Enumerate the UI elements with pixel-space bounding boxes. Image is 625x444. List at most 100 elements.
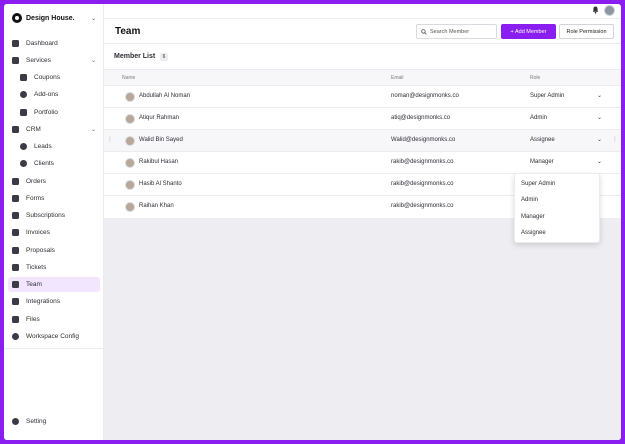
sidebar-item-label: Proposals [26, 247, 55, 254]
search-input[interactable] [430, 28, 496, 35]
team-icon [12, 281, 19, 288]
chevron-down-icon: ⌄ [90, 15, 96, 22]
sidebar-item-label: Add-ons [34, 91, 59, 98]
drag-handle-icon[interactable]: ⋮ [107, 136, 113, 143]
role-chevron-down-icon[interactable]: ⌄ [597, 114, 602, 121]
gear-icon [12, 333, 19, 340]
sidebar-item-dashboard[interactable]: Dashboard [8, 36, 100, 51]
sidebar-item-team[interactable]: Team [8, 277, 100, 292]
sidebar-item-invoices[interactable]: Invoices [8, 225, 100, 240]
sidebar-item-coupons[interactable]: Coupons [16, 70, 100, 85]
gear-icon [12, 418, 19, 425]
role-chevron-down-icon[interactable]: ⌄ [597, 158, 602, 165]
add-ons-icon [20, 91, 27, 98]
member-email: rakib@designmonks.co [391, 203, 454, 209]
clients-icon [20, 160, 27, 167]
sidebar-item-label: Setting [26, 418, 47, 425]
member-email: rakib@designmonks.co [391, 181, 454, 187]
member-list-title: Member List [114, 53, 156, 60]
sidebar-item-forms[interactable]: Forms [8, 191, 100, 206]
sidebar-item-clients[interactable]: Clients [16, 156, 100, 171]
workspace-switcher[interactable]: Design House. ⌄ [12, 10, 102, 26]
sidebar-item-services[interactable]: Services ⌄ [8, 53, 100, 68]
member-name: Rakibul Hasan [139, 159, 179, 165]
member-name: Atiqur Rahman [139, 115, 180, 121]
sidebar-item-label: Tickets [26, 264, 47, 271]
sidebar-item-crm[interactable]: CRM ⌄ [8, 122, 100, 137]
folder-icon [12, 316, 19, 323]
main-content: Member List 6 Name Email Role Abdullah A… [104, 45, 621, 440]
role-option-super-admin[interactable]: Super Admin [521, 181, 555, 187]
role-option-admin[interactable]: Admin [521, 197, 538, 203]
sidebar-item-label: CRM [26, 126, 41, 133]
topbar [104, 4, 621, 18]
column-header-role: Role [530, 75, 541, 81]
search-box[interactable] [416, 24, 497, 39]
integrations-icon [12, 298, 19, 305]
sidebar-item-tickets[interactable]: Tickets [8, 260, 100, 275]
sidebar-item-add-ons[interactable]: Add-ons [16, 87, 100, 102]
leads-icon [20, 143, 27, 150]
avatar [125, 92, 135, 102]
avatar [125, 114, 135, 124]
page-title: Team [115, 26, 141, 37]
member-name: Walid Bin Sayed [139, 137, 183, 143]
member-role: Assignee [530, 137, 555, 143]
member-role: Admin [530, 115, 548, 121]
sidebar-item-files[interactable]: Files [8, 312, 100, 327]
column-header-name: Name [122, 75, 136, 81]
proposals-icon [12, 247, 19, 254]
table-row[interactable]: Atiqur Rahman atiq@designmonks.co Admin … [104, 108, 621, 130]
member-email: Walid@designmonks.co [391, 137, 456, 143]
member-name: Abdullah Al Noman [139, 93, 191, 99]
sidebar-item-label: Coupons [34, 74, 61, 81]
search-icon [421, 28, 427, 35]
avatar [125, 202, 135, 212]
more-options-icon[interactable]: ⋮ [612, 136, 618, 143]
sidebar-item-label: Files [26, 316, 40, 323]
sidebar: Design House. ⌄ Dashboard Services ⌄ Cou… [4, 4, 104, 440]
sidebar-item-leads[interactable]: Leads [16, 139, 100, 154]
tickets-icon [12, 264, 19, 271]
bell-icon[interactable] [592, 6, 599, 14]
role-chevron-down-icon[interactable]: ⌄ [597, 136, 602, 143]
table-row[interactable]: Rakibul Hasan rakib@designmonks.co Manag… [104, 152, 621, 174]
brand-logo-icon [12, 13, 22, 23]
table-row[interactable]: ⋮ Walid Bin Sayed Walid@designmonks.co A… [104, 130, 621, 152]
role-chevron-down-icon[interactable]: ⌄ [597, 92, 602, 99]
sidebar-item-label: Dashboard [26, 40, 58, 47]
brand-name: Design House. [26, 14, 75, 22]
member-role: Manager [530, 159, 554, 165]
member-email: noman@designmonks.co [391, 93, 459, 99]
member-name: Hasib Al Shanto [139, 181, 182, 187]
page-header: Team + Add Member Role Permission [104, 18, 621, 44]
sidebar-item-proposals[interactable]: Proposals [8, 243, 100, 258]
sidebar-item-setting[interactable]: Setting [8, 414, 100, 429]
sidebar-item-integrations[interactable]: Integrations [8, 294, 100, 309]
column-header-email: Email [391, 75, 404, 81]
sidebar-item-label: Integrations [26, 298, 60, 305]
sidebar-item-subscriptions[interactable]: Subscriptions [8, 208, 100, 223]
orders-icon [12, 178, 19, 185]
role-option-manager[interactable]: Manager [521, 214, 545, 220]
table-row[interactable]: Abdullah Al Noman noman@designmonks.co S… [104, 86, 621, 108]
sidebar-item-orders[interactable]: Orders [8, 174, 100, 189]
avatar [125, 158, 135, 168]
services-icon [12, 57, 19, 64]
role-option-assignee[interactable]: Assignee [521, 230, 546, 236]
sidebar-item-label: Invoices [26, 229, 50, 236]
sidebar-item-label: Services [26, 57, 51, 64]
role-permission-button[interactable]: Role Permission [559, 24, 614, 39]
add-member-button[interactable]: + Add Member [501, 24, 556, 39]
sidebar-item-workspace-config[interactable]: Workspace Config [8, 329, 100, 344]
role-dropdown-menu: Super Admin Admin Manager Assignee [514, 173, 600, 243]
sidebar-divider [4, 348, 104, 349]
member-role: Super Admin [530, 93, 565, 99]
sidebar-item-label: Leads [34, 143, 52, 150]
crm-icon [12, 126, 19, 133]
user-avatar[interactable] [604, 5, 615, 16]
sidebar-item-label: Portfolio [34, 109, 58, 116]
member-email: rakib@designmonks.co [391, 159, 454, 165]
sidebar-item-portfolio[interactable]: Portfolio [16, 105, 100, 120]
forms-icon [12, 195, 19, 202]
